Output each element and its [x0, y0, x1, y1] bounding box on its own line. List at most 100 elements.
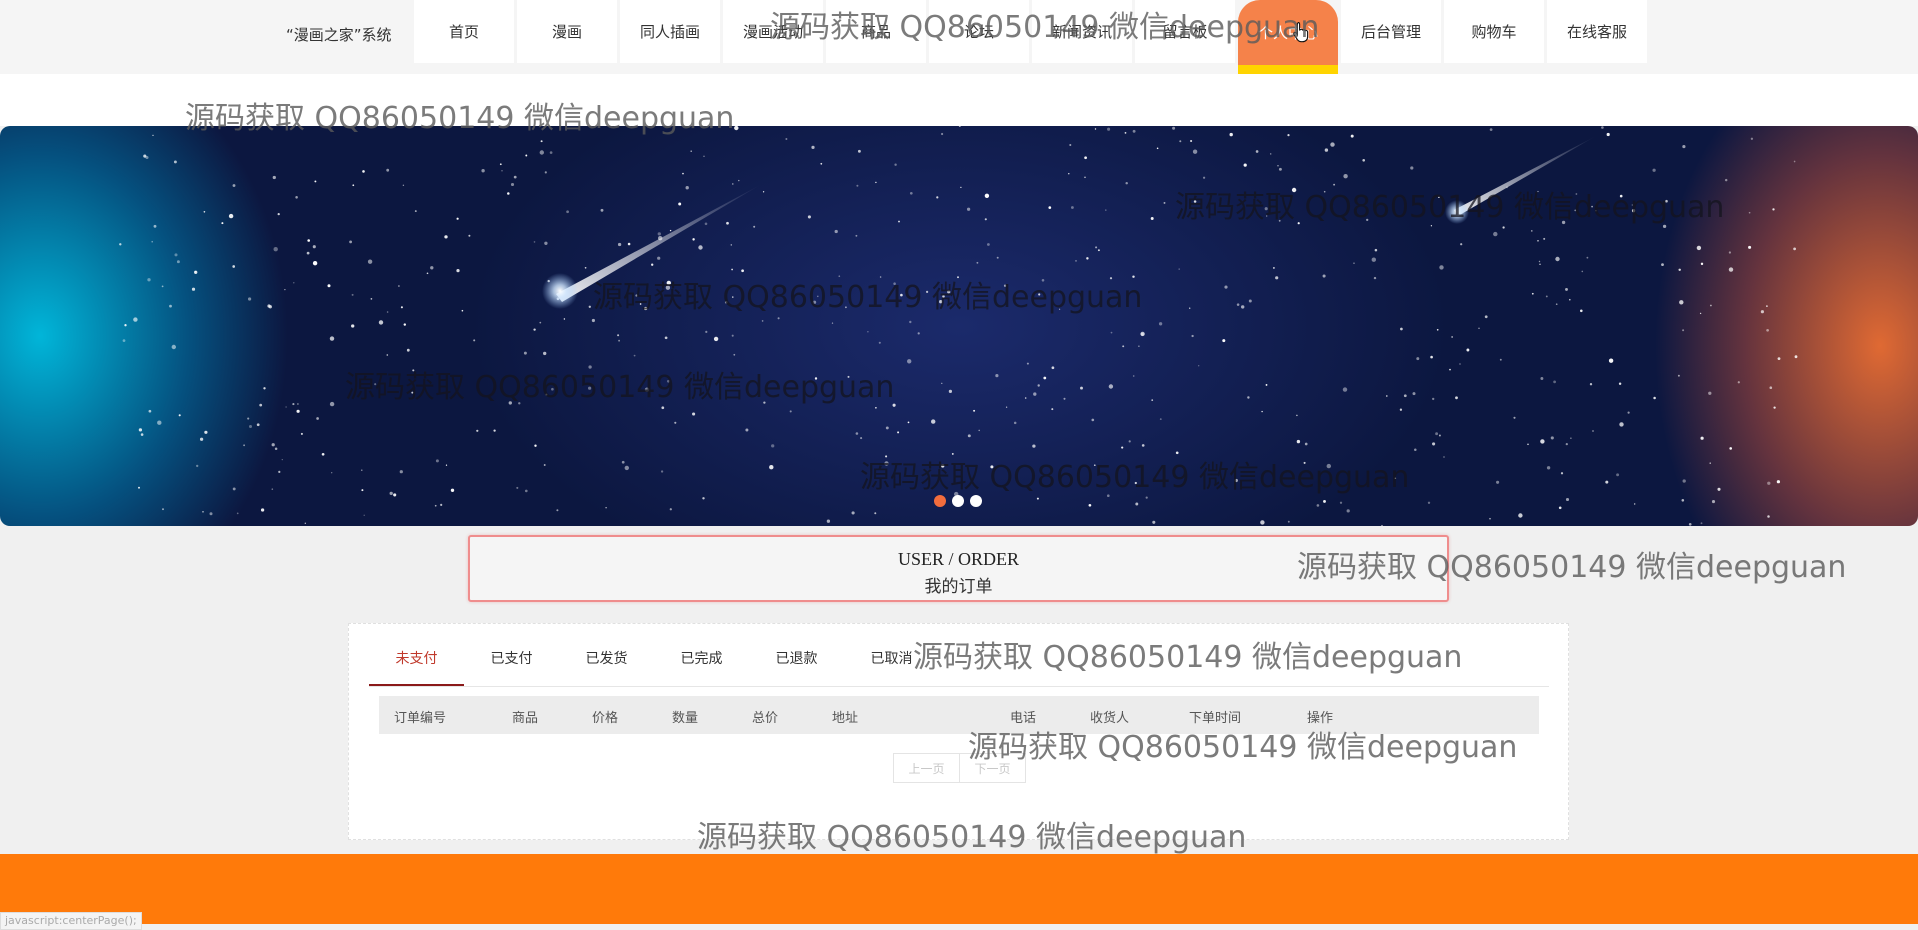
- star: [1303, 461, 1306, 464]
- star: [1678, 268, 1681, 272]
- star: [1653, 396, 1656, 400]
- star: [894, 163, 897, 166]
- star: [1717, 487, 1721, 491]
- star: [820, 162, 823, 165]
- star: [1682, 329, 1685, 332]
- star: [1152, 520, 1156, 524]
- star: [1773, 406, 1776, 409]
- star: [1700, 436, 1704, 440]
- next-page-button[interactable]: 下一页: [960, 753, 1026, 783]
- tab-paid[interactable]: 已支付: [464, 636, 559, 686]
- star: [1132, 275, 1135, 278]
- star: [1381, 524, 1383, 526]
- star: [1323, 499, 1326, 503]
- star: [243, 444, 245, 447]
- star: [1432, 397, 1435, 401]
- nav-underlay: [0, 74, 1918, 126]
- star: [942, 295, 945, 298]
- nav-online-service[interactable]: 在线客服: [1547, 0, 1647, 63]
- nav-label: 购物车: [1471, 23, 1517, 41]
- star: [1151, 399, 1154, 401]
- star: [892, 403, 896, 407]
- star: [499, 163, 502, 166]
- hero-banner[interactable]: [0, 126, 1918, 526]
- star: [665, 285, 671, 290]
- star: [411, 391, 414, 394]
- nav-news[interactable]: 新闻资讯: [1032, 0, 1132, 63]
- star: [1543, 237, 1546, 240]
- column-header: 订单编号: [394, 711, 447, 726]
- star: [657, 232, 661, 236]
- nav-products[interactable]: 商品: [826, 0, 926, 63]
- star: [1410, 166, 1414, 170]
- prev-page-button[interactable]: 上一页: [893, 753, 960, 783]
- star: [1277, 165, 1279, 167]
- meteor-tail: [1454, 136, 1596, 216]
- nav-forum[interactable]: 论坛: [929, 0, 1029, 63]
- star: [1555, 303, 1558, 306]
- star: [171, 344, 176, 350]
- star: [884, 461, 889, 466]
- star: [232, 184, 236, 187]
- star: [907, 421, 910, 424]
- star: [1093, 464, 1096, 467]
- star: [879, 276, 882, 278]
- column-header: 价格: [592, 711, 619, 726]
- star: [1297, 222, 1300, 225]
- carousel-dot[interactable]: [934, 495, 946, 507]
- star: [812, 300, 817, 304]
- nav-personal-center[interactable]: 个人中心: [1238, 0, 1338, 74]
- star: [1569, 298, 1571, 301]
- nav-admin[interactable]: 后台管理: [1341, 0, 1441, 63]
- star: [1033, 392, 1037, 396]
- star: [329, 336, 335, 341]
- star: [967, 434, 971, 438]
- star: [1124, 132, 1127, 134]
- site-logo[interactable]: “漫画之家”系统: [286, 24, 392, 45]
- nav-fan-illustrations[interactable]: 同人插画: [620, 0, 720, 63]
- star: [278, 470, 281, 474]
- star: [941, 464, 945, 468]
- star: [1561, 220, 1566, 225]
- star: [600, 208, 604, 212]
- star: [556, 509, 559, 512]
- tab-shipped[interactable]: 已发货: [559, 636, 654, 686]
- nav-comic-events[interactable]: 漫画活动: [723, 0, 823, 63]
- star: [1084, 156, 1087, 160]
- pagination: 上一页 下一页: [893, 753, 1026, 783]
- nav-cart[interactable]: 购物车: [1444, 0, 1544, 63]
- star: [1190, 139, 1193, 143]
- star: [621, 460, 625, 464]
- tab-unpaid[interactable]: 未支付: [369, 636, 464, 686]
- star: [984, 193, 990, 198]
- carousel-dot[interactable]: [970, 495, 982, 507]
- star: [157, 420, 162, 425]
- nav-message-board[interactable]: 留言板: [1135, 0, 1235, 63]
- star: [1371, 257, 1377, 262]
- star: [1032, 444, 1036, 448]
- star: [1601, 126, 1604, 129]
- nav-home[interactable]: 首页: [414, 0, 514, 63]
- star: [588, 305, 591, 308]
- star: [534, 444, 537, 447]
- star: [161, 285, 164, 288]
- star: [349, 240, 353, 244]
- carousel-dot[interactable]: [952, 495, 964, 507]
- star: [966, 207, 971, 211]
- star: [703, 155, 705, 157]
- star: [1350, 134, 1354, 138]
- star: [510, 182, 515, 187]
- tab-cancelled[interactable]: 已取消: [844, 636, 939, 686]
- tab-completed[interactable]: 已完成: [654, 636, 749, 686]
- column-header: 操作: [1307, 711, 1334, 726]
- star: [285, 406, 287, 408]
- nav-comics[interactable]: 漫画: [517, 0, 617, 63]
- star: [1107, 127, 1111, 131]
- star: [539, 150, 544, 155]
- star: [724, 301, 728, 304]
- star: [1586, 256, 1589, 259]
- star: [1737, 381, 1740, 384]
- star: [272, 175, 276, 180]
- star: [948, 389, 953, 394]
- tab-refunded[interactable]: 已退款: [749, 636, 844, 686]
